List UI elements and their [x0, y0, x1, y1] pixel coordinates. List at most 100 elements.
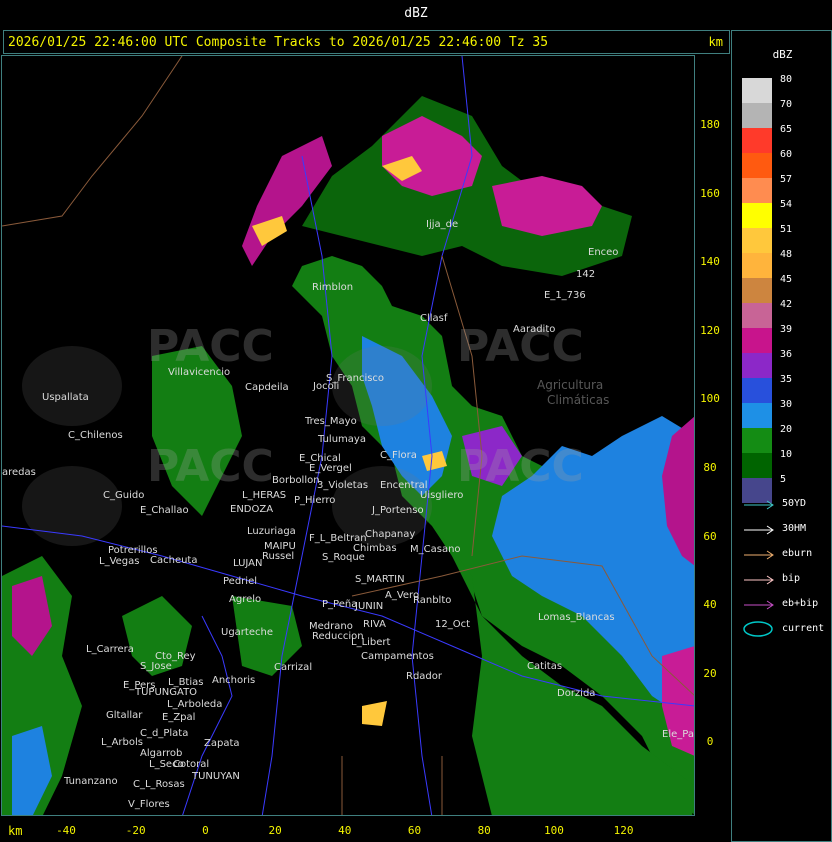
y-tick-label: 120	[700, 323, 720, 337]
place-label: Gltallar	[106, 710, 143, 721]
place-label: Campamentos	[361, 651, 434, 662]
place-label: ENDOZA	[230, 504, 274, 515]
watermark-sub: Agricultura	[537, 378, 604, 392]
place-label: Pedriel	[223, 576, 257, 587]
place-label: Russel	[262, 551, 295, 562]
x-axis: km -40 -20 0 20 40 60 80 100 120	[0, 816, 730, 842]
place-label: E_Vergel	[309, 463, 352, 474]
title-bar: dBZ	[0, 0, 832, 28]
place-label: Tunanzano	[64, 776, 118, 787]
legend-swatch	[742, 278, 772, 303]
legend-swatch	[742, 428, 772, 453]
legend-swatch	[742, 353, 772, 378]
track-legend-item: bip	[742, 573, 832, 587]
track-legend-item: 50YD	[742, 498, 832, 512]
radar-map[interactable]: PACC PACC PACC PACC Agricultura Climátic…	[1, 55, 695, 816]
place-label: L_Libert	[351, 637, 391, 648]
legend-swatch	[742, 203, 772, 228]
y-axis: 180 160 140 120 100 80 60 40 20 0	[695, 55, 730, 816]
legend-level-label: 20	[780, 424, 793, 435]
legend-swatch	[742, 178, 772, 203]
legend-swatch	[742, 253, 772, 278]
track-arrow-icon	[744, 600, 774, 610]
place-label: TUPUNGATO	[135, 687, 198, 698]
place-label: Ugarteche	[221, 627, 273, 638]
place-label: L_Vegas	[99, 556, 140, 567]
place-label: 3_Violetas	[317, 480, 369, 491]
legend-swatch	[742, 378, 772, 403]
watermark-logo-3	[22, 466, 122, 546]
track-arrow-icon	[744, 500, 774, 510]
echo-area-magenta-4	[492, 176, 602, 236]
place-label: S_MARTIN	[355, 574, 405, 585]
legend-swatch	[742, 228, 772, 253]
legend-level-label: 65	[780, 124, 793, 135]
x-tick-label: 0	[202, 824, 209, 837]
place-label: TUNUYAN	[192, 771, 240, 782]
place-label: RIVA	[363, 619, 386, 630]
place-label: Algarrob	[140, 748, 183, 759]
current-ellipse-icon	[743, 621, 773, 637]
legend-level-label: 51	[780, 224, 793, 235]
legend-level-label: 57	[780, 174, 793, 185]
place-label: Tulumaya	[318, 434, 366, 445]
place-label: Tres_Mayo	[305, 416, 357, 427]
legend-swatch	[742, 78, 772, 103]
y-tick-label: 0	[706, 735, 714, 749]
x-tick-label: -40	[56, 824, 76, 837]
legend-swatch	[742, 328, 772, 353]
place-label: Enceo	[588, 247, 619, 258]
place-label: C_Flora	[380, 450, 417, 461]
place-label: Villavicencio	[168, 367, 231, 378]
place-label: Dorzida	[557, 688, 596, 699]
track-legend-label: eburn	[782, 548, 813, 559]
place-label: Anchoris	[212, 675, 256, 686]
y-tick-label: 40	[703, 598, 717, 612]
legend-swatch	[742, 303, 772, 328]
legend-level-label: 70	[780, 99, 793, 110]
legend-swatch	[742, 153, 772, 178]
legend-level-label: 35	[780, 374, 793, 385]
watermark-text: PACC	[147, 321, 274, 372]
composite-time-info: 2026/01/25 22:46:00 UTC Composite Tracks…	[8, 35, 549, 50]
current-legend-label: current	[782, 623, 825, 634]
x-tick-label: 80	[477, 824, 491, 837]
place-label: Agrelo	[229, 594, 262, 605]
place-label: Cotoral	[173, 759, 210, 770]
x-tick-label: 40	[338, 824, 352, 837]
legend-swatch	[742, 128, 772, 153]
legend-level-label: 54	[780, 199, 793, 210]
legend-level-label: 45	[780, 274, 793, 285]
place-label: E_Challao	[140, 505, 189, 516]
legend-level-label: 48	[780, 249, 793, 260]
track-legend-label: 50YD	[782, 498, 807, 509]
watermark-text-3: PACC	[147, 441, 274, 492]
x-tick-label: 60	[407, 824, 422, 837]
track-arrow-icon	[744, 525, 774, 535]
place-label: JUNIN	[355, 601, 384, 612]
watermark-logo-2	[332, 346, 432, 426]
y-tick-label: 100	[700, 392, 720, 406]
legend-level-label: 10	[780, 449, 793, 460]
x-unit-label: km	[8, 824, 23, 838]
place-label: Luzuriaga	[247, 526, 296, 537]
watermark-logo	[22, 346, 122, 426]
y-tick-label: 80	[703, 461, 717, 474]
place-label: E_1_736	[544, 290, 586, 301]
place-label: C_Chilenos	[68, 430, 123, 441]
legend-swatch	[742, 103, 772, 128]
place-label: Ijja_de	[426, 219, 459, 230]
place-label: C_d_Plata	[140, 728, 189, 739]
place-label: Chapanay	[365, 529, 416, 540]
place-label: L_Carrera	[86, 644, 134, 655]
boundary-line	[2, 56, 183, 227]
place-label: S_Roque	[322, 552, 365, 563]
place-label: C_Guido	[103, 490, 145, 501]
place-label: Zapata	[204, 738, 240, 749]
legend-swatch	[742, 403, 772, 428]
header-bar: 2026/01/25 22:46:00 UTC Composite Tracks…	[3, 30, 730, 54]
x-tick-label: 120	[613, 824, 634, 837]
place-label: C_L_Rosas	[133, 779, 185, 790]
place-label: L_Arbols	[101, 737, 143, 748]
y-tick-label: 60	[703, 529, 717, 543]
